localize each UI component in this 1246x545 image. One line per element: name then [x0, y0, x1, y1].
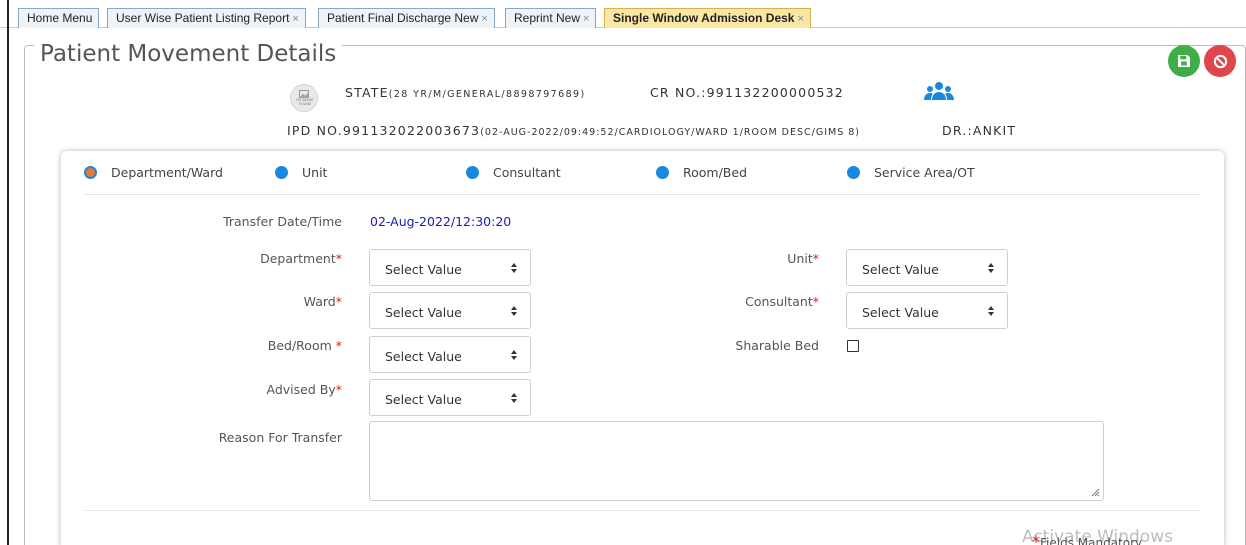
no-image-label: NO IMAGE FOUND [296, 98, 314, 106]
department-select[interactable]: Select Value [369, 249, 531, 286]
select-arrows-icon [511, 393, 517, 403]
cancel-button[interactable] [1204, 45, 1236, 77]
cr-number: CR NO.:991132200000532 [650, 85, 844, 100]
divider [84, 194, 1200, 195]
close-icon[interactable]: × [583, 13, 589, 25]
tab-label: User Wise Patient Listing Report [116, 11, 290, 25]
ipd-line: IPD NO.991132022003673(02-AUG-2022/09:49… [287, 123, 860, 138]
step-label: Room/Bed [683, 165, 748, 180]
patient-name: STATE [345, 85, 389, 100]
select-value: Select Value [862, 262, 939, 277]
unit-select[interactable]: Select Value [846, 249, 1008, 286]
required-marker: * [335, 251, 342, 266]
no-image-icon [299, 90, 309, 98]
step-dot [656, 166, 669, 179]
patient-details: (28 YR/M/GENERAL/8898797689) [388, 89, 586, 100]
transfer-datetime-value: 02-Aug-2022/12:30:20 [370, 214, 512, 229]
select-value: Select Value [385, 392, 462, 407]
reason-textarea[interactable] [369, 421, 1104, 501]
select-value: Select Value [385, 262, 462, 277]
required-marker: * [812, 251, 819, 266]
ward-select[interactable]: Select Value [369, 292, 531, 329]
users-icon[interactable] [924, 81, 954, 103]
tab-label: Patient Final Discharge New [327, 11, 479, 25]
required-marker: * [1032, 532, 1040, 545]
save-button[interactable] [1168, 45, 1200, 77]
sharable-bed-checkbox[interactable] [847, 340, 859, 352]
close-icon[interactable]: × [292, 13, 298, 25]
step-label: Department/Ward [111, 165, 223, 180]
unit-label: Unit* [787, 251, 819, 266]
tab-label: Reprint New [514, 11, 581, 25]
select-value: Select Value [385, 305, 462, 320]
required-marker: * [335, 294, 342, 309]
save-icon [1178, 55, 1190, 67]
close-icon[interactable]: × [481, 13, 487, 25]
step-dot [466, 166, 479, 179]
admission-details: (02-AUG-2022/09:49:52/CARDIOLOGY/WARD 1/… [480, 127, 861, 138]
step-unit[interactable]: Unit [275, 165, 327, 180]
ward-label: Ward* [304, 294, 342, 309]
close-icon[interactable]: × [797, 13, 803, 25]
select-value: Select Value [862, 305, 939, 320]
ipd-number: IPD NO.991132022003673 [287, 123, 481, 138]
tab-reprint-new[interactable]: Reprint New × [505, 8, 597, 28]
select-arrows-icon [511, 306, 517, 316]
select-arrows-icon [511, 350, 517, 360]
select-value: Select Value [385, 349, 462, 364]
tab-label: Single Window Admission Desk [613, 11, 795, 25]
step-dot [275, 166, 288, 179]
patient-photo: NO IMAGE FOUND [290, 84, 318, 112]
bed-room-select[interactable]: Select Value [369, 336, 531, 373]
consultant-label: Consultant* [745, 294, 819, 309]
mandatory-note: *Fields Mandatory [1032, 532, 1142, 545]
tab-label: Home Menu [27, 11, 93, 25]
tab-single-window-admission-desk[interactable]: Single Window Admission Desk × [604, 8, 811, 28]
select-arrows-icon [988, 263, 994, 273]
bed-room-label: Bed/Room * [268, 338, 342, 353]
reason-label: Reason For Transfer [218, 430, 342, 445]
required-marker: * [812, 294, 819, 309]
advised-by-label: Advised By* [267, 382, 342, 397]
patient-name-line: STATE(28 YR/M/GENERAL/8898797689) [345, 85, 586, 100]
sharable-bed-label: Sharable Bed [735, 338, 819, 353]
field-label-text: Advised By [266, 382, 336, 397]
step-label: Unit [302, 165, 328, 180]
step-dot [847, 166, 860, 179]
ban-icon [1213, 54, 1227, 68]
advised-by-select[interactable]: Select Value [369, 379, 531, 416]
field-label-text: Bed/Room [267, 338, 336, 353]
tab-patient-final-discharge-new[interactable]: Patient Final Discharge New × [318, 8, 495, 28]
select-arrows-icon [988, 306, 994, 316]
department-label: Department* [260, 251, 342, 266]
step-dot [84, 166, 97, 179]
required-marker: * [335, 382, 342, 397]
required-marker: * [335, 338, 342, 353]
step-department-ward[interactable]: Department/Ward [84, 165, 223, 180]
step-consultant[interactable]: Consultant [466, 165, 561, 180]
mandatory-text: Fields Mandatory [1040, 536, 1143, 545]
select-arrows-icon [511, 263, 517, 273]
field-label-text: Unit [787, 251, 813, 266]
left-border [7, 0, 9, 545]
field-label-text: Ward [303, 294, 336, 309]
resize-handle-icon[interactable] [1090, 487, 1100, 497]
step-label: Consultant [493, 165, 561, 180]
doctor-name: DR.:ANKIT [942, 123, 1017, 138]
tab-user-wise-patient-listing-report[interactable]: User Wise Patient Listing Report × [107, 8, 306, 28]
consultant-select[interactable]: Select Value [846, 292, 1008, 329]
step-room-bed[interactable]: Room/Bed [656, 165, 747, 180]
tab-home-menu[interactable]: Home Menu [18, 8, 100, 28]
divider [84, 510, 1200, 511]
field-label-text: Department [260, 251, 336, 266]
transfer-datetime-label: Transfer Date/Time [223, 214, 342, 229]
field-label-text: Consultant [745, 294, 813, 309]
page-title: Patient Movement Details [34, 41, 343, 67]
step-service-area-ot[interactable]: Service Area/OT [847, 165, 975, 180]
step-label: Service Area/OT [874, 165, 975, 180]
